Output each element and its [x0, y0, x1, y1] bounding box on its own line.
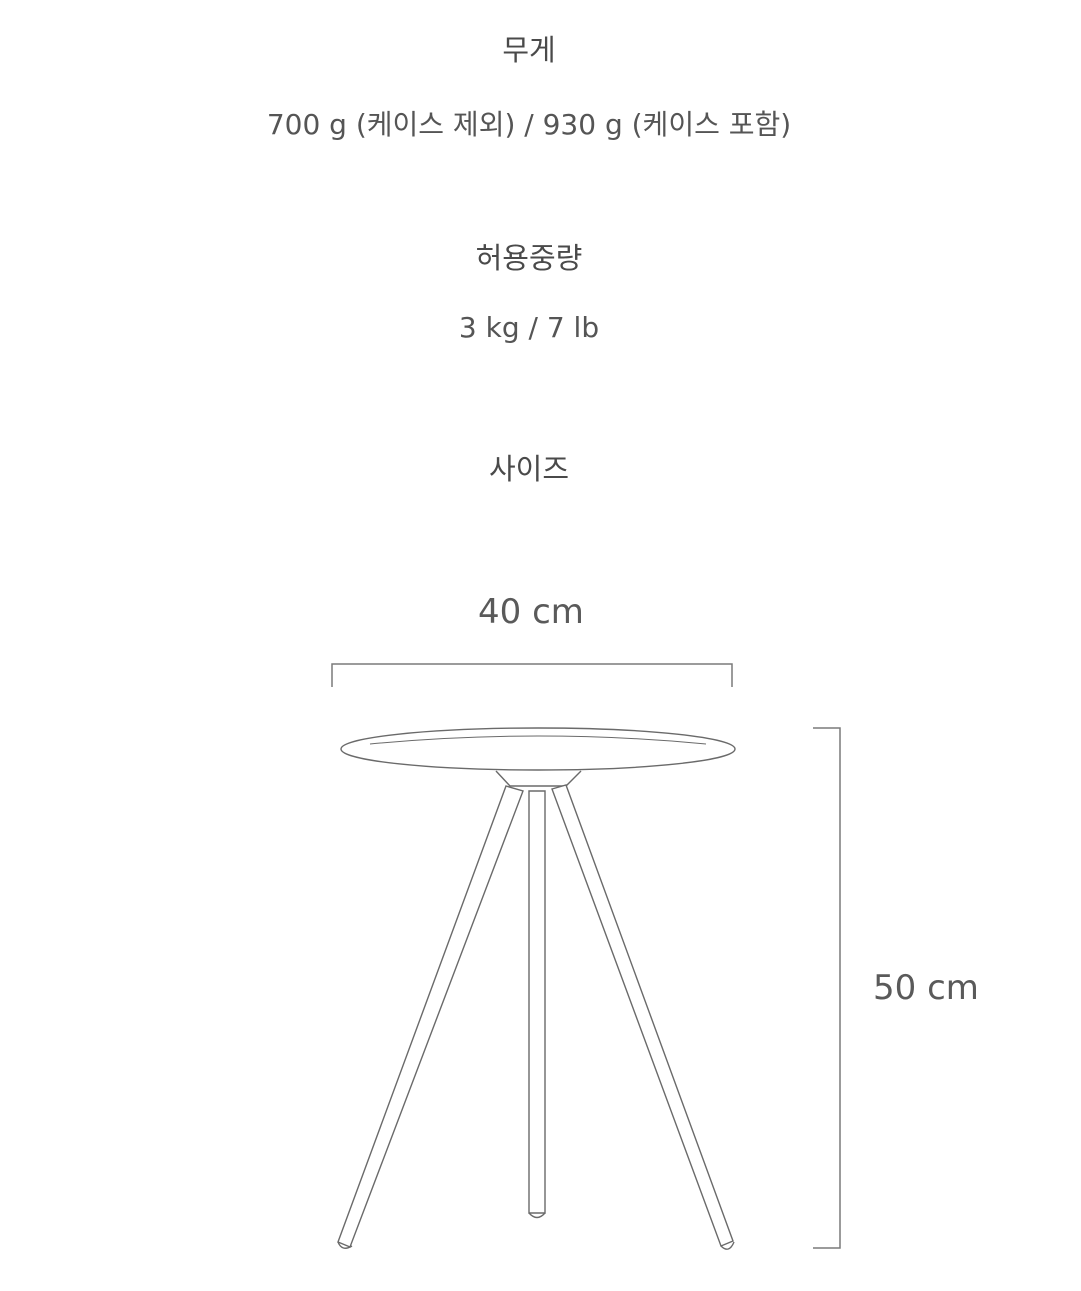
left-leg [337, 785, 524, 1248]
center-leg [528, 790, 546, 1214]
table-illustration [337, 727, 736, 1250]
width-dimension-bracket [331, 663, 733, 687]
tabletop [340, 727, 736, 771]
tabletop-hub [495, 770, 582, 787]
height-dimension-bracket [813, 727, 841, 1249]
tripod-table-diagram [331, 663, 841, 1250]
right-leg [551, 784, 734, 1247]
